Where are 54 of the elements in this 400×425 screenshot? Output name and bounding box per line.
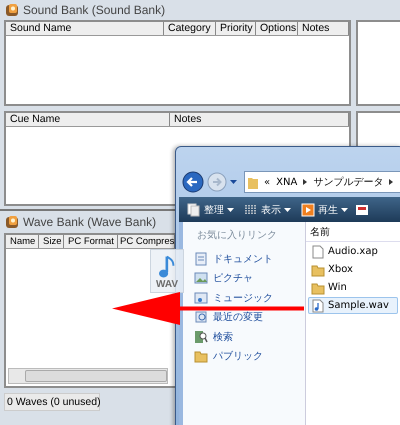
file-item[interactable]: Audio.xap — [308, 243, 398, 260]
column-header[interactable]: Size — [39, 235, 64, 248]
column-header[interactable]: Category — [164, 22, 216, 35]
column-header[interactable]: Notes — [298, 22, 349, 35]
column-header[interactable]: 名前 — [306, 224, 400, 242]
favorite-link[interactable]: ピクチャ — [194, 272, 253, 285]
address-bar[interactable]: « XNA サンプルデータ — [244, 171, 400, 193]
doc-icon — [194, 252, 208, 266]
favorite-link[interactable]: パブリック — [194, 350, 263, 363]
column-header[interactable]: Options — [256, 22, 298, 35]
music-note-icon — [158, 255, 176, 279]
column-header[interactable]: Sound Name — [6, 22, 164, 35]
chevron-icon — [303, 179, 308, 185]
folder-icon — [311, 280, 325, 294]
column-header[interactable]: PC Format — [64, 235, 118, 248]
mail-icon[interactable] — [356, 204, 368, 214]
file-item[interactable]: Sample.wav — [308, 297, 398, 314]
music-icon — [194, 290, 208, 305]
folder-icon — [311, 262, 325, 276]
scroll-bar[interactable] — [8, 368, 168, 384]
column-header[interactable]: Cue Name — [6, 113, 170, 126]
breadcrumb[interactable]: « — [264, 176, 270, 188]
chevron-icon — [389, 179, 394, 185]
toolbar-button[interactable]: 整理 — [185, 202, 236, 216]
column-header[interactable]: Priority — [216, 22, 256, 35]
file-item[interactable]: Xbox — [308, 261, 398, 278]
folder-icon — [194, 349, 208, 364]
organize-icon — [187, 202, 201, 216]
panel-title: Wave Bank (Wave Bank) — [23, 215, 156, 229]
favorite-link[interactable]: 最近の変更 — [194, 310, 263, 324]
file-icon — [311, 244, 325, 258]
views-icon — [244, 202, 258, 216]
favorite-link[interactable]: ドキュメント — [194, 252, 273, 266]
toolbar-button[interactable]: 再生 — [299, 202, 350, 216]
status-text: 0 Waves (0 unused) — [4, 393, 100, 411]
dropdown-icon[interactable] — [230, 180, 237, 184]
column-header[interactable]: Notes — [170, 113, 349, 126]
file-type-label: WAV — [156, 279, 178, 290]
section-title: お気に入りリンク — [196, 229, 277, 242]
search-icon — [194, 330, 208, 344]
toolbar-button[interactable]: 表示 — [242, 202, 293, 216]
folder-icon — [248, 176, 258, 188]
panel-title: Sound Bank (Sound Bank) — [23, 3, 166, 17]
recent-icon — [194, 310, 208, 324]
breadcrumb[interactable]: サンプルデータ — [313, 175, 384, 189]
favorite-link[interactable]: ミュージック — [194, 291, 273, 304]
play-icon — [301, 202, 315, 216]
audio-icon — [311, 298, 325, 312]
picture-icon — [194, 271, 208, 286]
column-header[interactable]: Name — [6, 235, 39, 248]
back-button[interactable] — [182, 171, 204, 193]
file-item[interactable]: Win — [308, 279, 398, 296]
breadcrumb[interactable]: XNA — [276, 176, 298, 188]
favorite-link[interactable]: 検索 — [194, 330, 233, 344]
